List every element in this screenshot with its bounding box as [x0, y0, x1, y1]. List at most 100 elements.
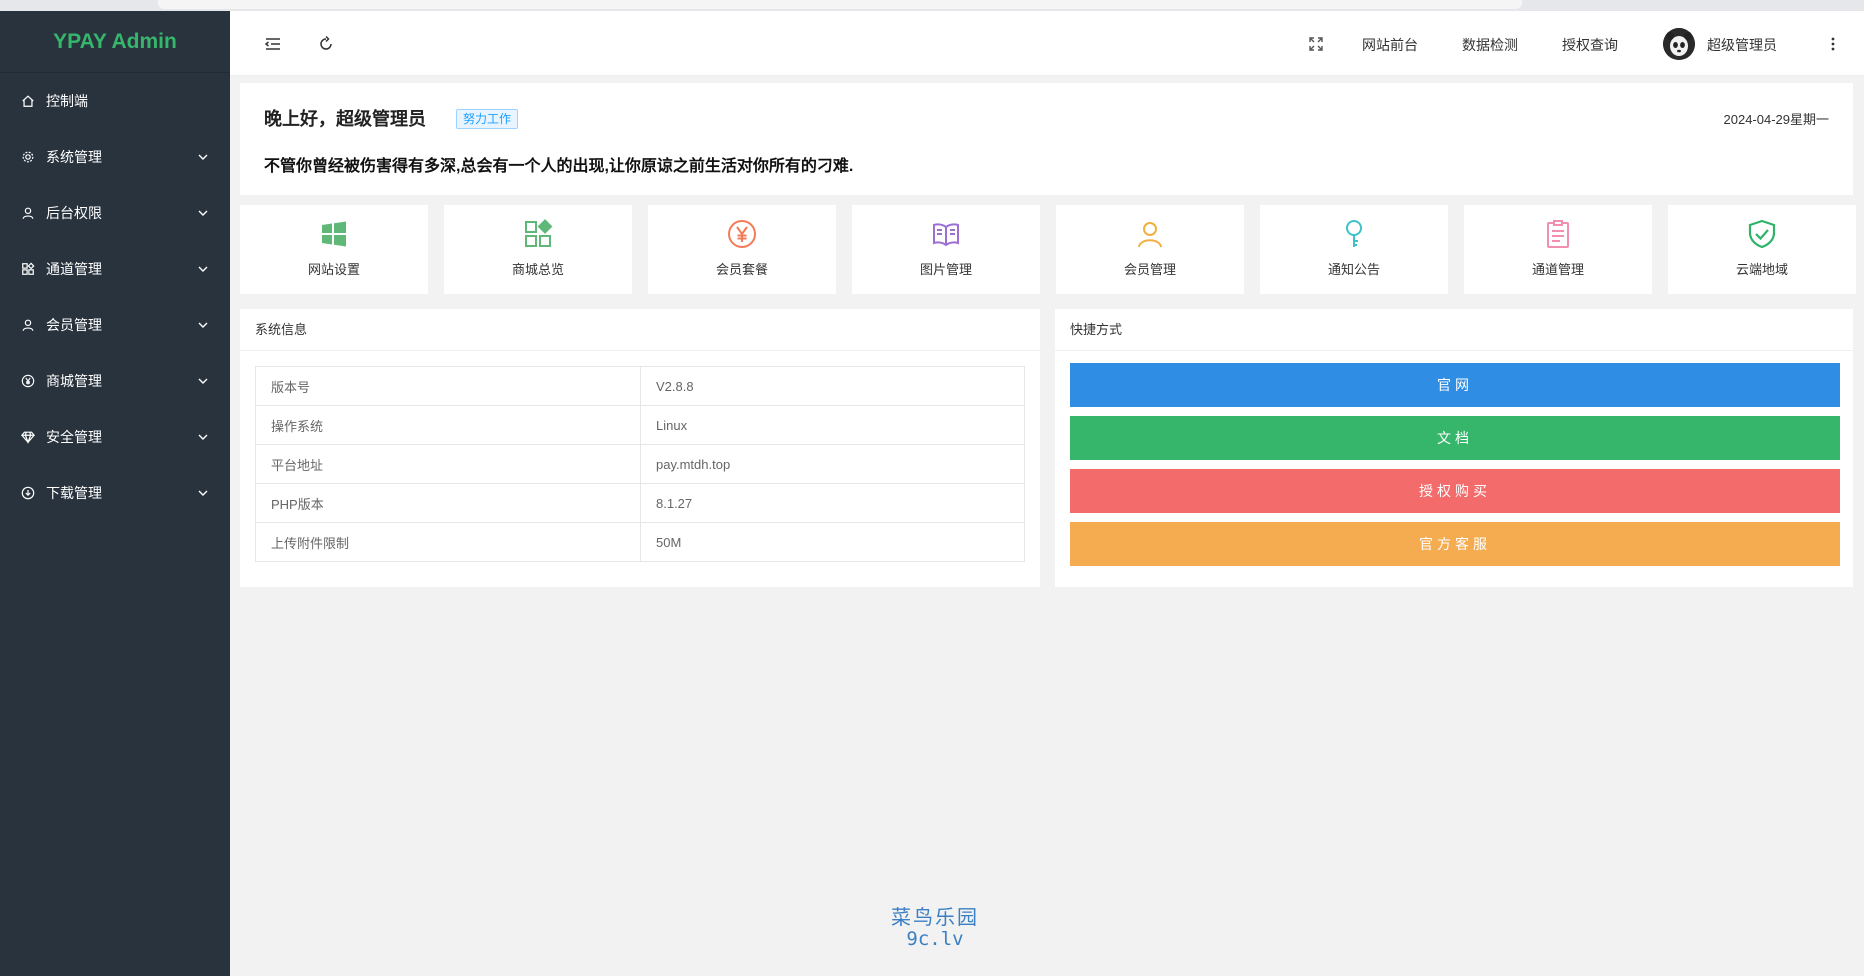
sidebar-item-console[interactable]: 控制端 [0, 73, 230, 129]
table-cell-value: Linux [640, 405, 1025, 445]
tile-cloud-region[interactable]: 云端地域 [1668, 205, 1856, 294]
sidebar-item-label: 控制端 [46, 93, 88, 109]
tile-label: 云端地域 [1735, 262, 1788, 277]
tile-label: 商城总览 [511, 262, 564, 277]
chevron-down-icon [198, 434, 208, 440]
user-icon [1138, 222, 1162, 248]
main-content: 网站前台 数据检测 授权查询 超级管理员 晚上好，超级管理员 努力工作 2024… [230, 11, 1864, 976]
home-icon [20, 93, 36, 109]
customer-service-button[interactable]: 官方客服 [1070, 522, 1840, 566]
table-cell-key: 平台地址 [255, 444, 641, 484]
apps-icon [525, 219, 553, 247]
sidebar-item-label: 安全管理 [46, 429, 102, 445]
tile-label: 通道管理 [1531, 262, 1584, 277]
sidebar-item-members[interactable]: 会员管理 [0, 297, 230, 353]
browser-address-bar[interactable] [158, 0, 1522, 9]
buy-license-button[interactable]: 授权购买 [1070, 469, 1840, 513]
tile-site-settings[interactable]: 网站设置 [240, 205, 428, 294]
table-cell-key: 上传附件限制 [255, 522, 641, 562]
sidebar-item-security[interactable]: 安全管理 [0, 409, 230, 465]
sidebar-item-shop[interactable]: 商城管理 [0, 353, 230, 409]
sidebar-item-label: 后台权限 [46, 205, 102, 221]
tile-label: 通知公告 [1327, 262, 1380, 277]
tile-shop-overview[interactable]: 商城总览 [444, 205, 632, 294]
nav-data-check-link[interactable]: 数据检测 [1462, 35, 1518, 55]
panel-title: 系统信息 [240, 309, 1040, 351]
sidebar-item-channels[interactable]: 通道管理 [0, 241, 230, 297]
top-header: 网站前台 数据检测 授权查询 超级管理员 [230, 11, 1864, 76]
sidebar-item-label: 通道管理 [46, 261, 102, 277]
refresh-icon[interactable] [317, 35, 335, 53]
table-row: 平台地址 pay.mtdh.top [255, 444, 1025, 484]
panel-title: 快捷方式 [1055, 309, 1853, 351]
system-info-table: 版本号 V2.8.8 操作系统 Linux 平台地址 pay.mtdh.top PHP… [255, 366, 1025, 562]
browser-top-strip [0, 0, 1864, 11]
key-icon [1346, 220, 1362, 247]
table-cell-value: V2.8.8 [640, 366, 1025, 406]
table-cell-value: 50M [640, 522, 1025, 562]
sidebar-item-label: 商城管理 [46, 373, 102, 389]
quote-text: 不管你曾经被伤害得有多深,总会有一个人的出现,让你原谅之前生活对你所有的刁难. [264, 158, 854, 175]
date-text: 2024-04-29星期一 [1723, 112, 1830, 127]
table-row: 版本号 V2.8.8 [255, 366, 1025, 406]
chevron-down-icon [198, 210, 208, 216]
brand-logo[interactable]: YPAY Admin [0, 11, 230, 73]
table-row: 上传附件限制 50M [255, 522, 1025, 562]
book-icon [933, 223, 959, 247]
table-cell-key: 版本号 [255, 366, 641, 406]
apps-icon [20, 261, 36, 277]
user-icon [20, 317, 36, 333]
avatar[interactable] [1663, 28, 1695, 60]
more-vertical-icon[interactable] [1824, 35, 1842, 53]
tile-label: 会员套餐 [715, 262, 768, 277]
shortcuts-panel: 快捷方式 官网 文档 授权购买 官方客服 [1055, 309, 1853, 587]
shield-check-icon [1748, 219, 1776, 249]
sidebar-menu: 控制端 系统管理 后台权限 通道管理 会员管理 商城管理 安全管理 下载管理 [0, 73, 230, 521]
chevron-down-icon [198, 154, 208, 160]
gear-icon [20, 149, 36, 165]
clipboard-icon [1547, 220, 1569, 248]
table-cell-key: PHP版本 [255, 483, 641, 523]
tile-channel-management[interactable]: 通道管理 [1464, 205, 1652, 294]
sidebar-item-label: 会员管理 [46, 317, 102, 333]
windows-icon [322, 221, 346, 247]
status-badge: 努力工作 [456, 109, 519, 129]
tile-member-management[interactable]: 会员管理 [1056, 205, 1244, 294]
sidebar-item-system[interactable]: 系统管理 [0, 129, 230, 185]
chevron-down-icon [198, 490, 208, 496]
sidebar-item-permissions[interactable]: 后台权限 [0, 185, 230, 241]
watermark-line1: 菜鸟乐园 [891, 905, 979, 929]
sidebar-item-downloads[interactable]: 下载管理 [0, 465, 230, 521]
sidebar-item-label: 系统管理 [46, 149, 102, 165]
watermark-line2: 9c.lv [906, 928, 964, 950]
tile-member-plans[interactable]: 会员套餐 [648, 205, 836, 294]
chevron-down-icon [198, 266, 208, 272]
table-row: PHP版本 8.1.27 [255, 483, 1025, 523]
table-cell-key: 操作系统 [255, 405, 641, 445]
nav-license-query-link[interactable]: 授权查询 [1562, 35, 1618, 55]
user-name-menu[interactable]: 超级管理员 [1707, 35, 1777, 55]
welcome-card: 晚上好，超级管理员 努力工作 2024-04-29星期一 不管你曾经被伤害得有多… [240, 83, 1853, 195]
system-info-panel: 系统信息 版本号 V2.8.8 操作系统 Linux 平台地址 pay.mtdh.to… [240, 309, 1040, 587]
tile-label: 图片管理 [919, 262, 972, 277]
yen-circle-icon [728, 220, 756, 248]
table-row: 操作系统 Linux [255, 405, 1025, 445]
table-cell-value: 8.1.27 [640, 483, 1025, 523]
fullscreen-icon[interactable] [1307, 35, 1325, 53]
quick-tiles: 网站设置 商城总览 会员套餐 图片管理 会员管理 通知公告 通道管理 云端地域 [240, 205, 1856, 294]
chevron-down-icon [198, 322, 208, 328]
watermark: 菜鸟乐园 9c.lv [884, 901, 986, 950]
tile-announcements[interactable]: 通知公告 [1260, 205, 1448, 294]
docs-button[interactable]: 文档 [1070, 416, 1840, 460]
nav-frontend-link[interactable]: 网站前台 [1362, 35, 1418, 55]
sidebar: YPAY Admin 控制端 系统管理 后台权限 通道管理 会员管理 商城管理 … [0, 11, 230, 976]
greeting-text: 晚上好，超级管理员 [264, 109, 426, 129]
tile-label: 会员管理 [1123, 262, 1176, 277]
tile-image-management[interactable]: 图片管理 [852, 205, 1040, 294]
user-icon [20, 205, 36, 221]
diamond-icon [20, 429, 36, 445]
download-circle-icon [20, 485, 36, 501]
sidebar-item-label: 下载管理 [46, 485, 102, 501]
official-site-button[interactable]: 官网 [1070, 363, 1840, 407]
menu-fold-icon[interactable] [264, 35, 282, 53]
